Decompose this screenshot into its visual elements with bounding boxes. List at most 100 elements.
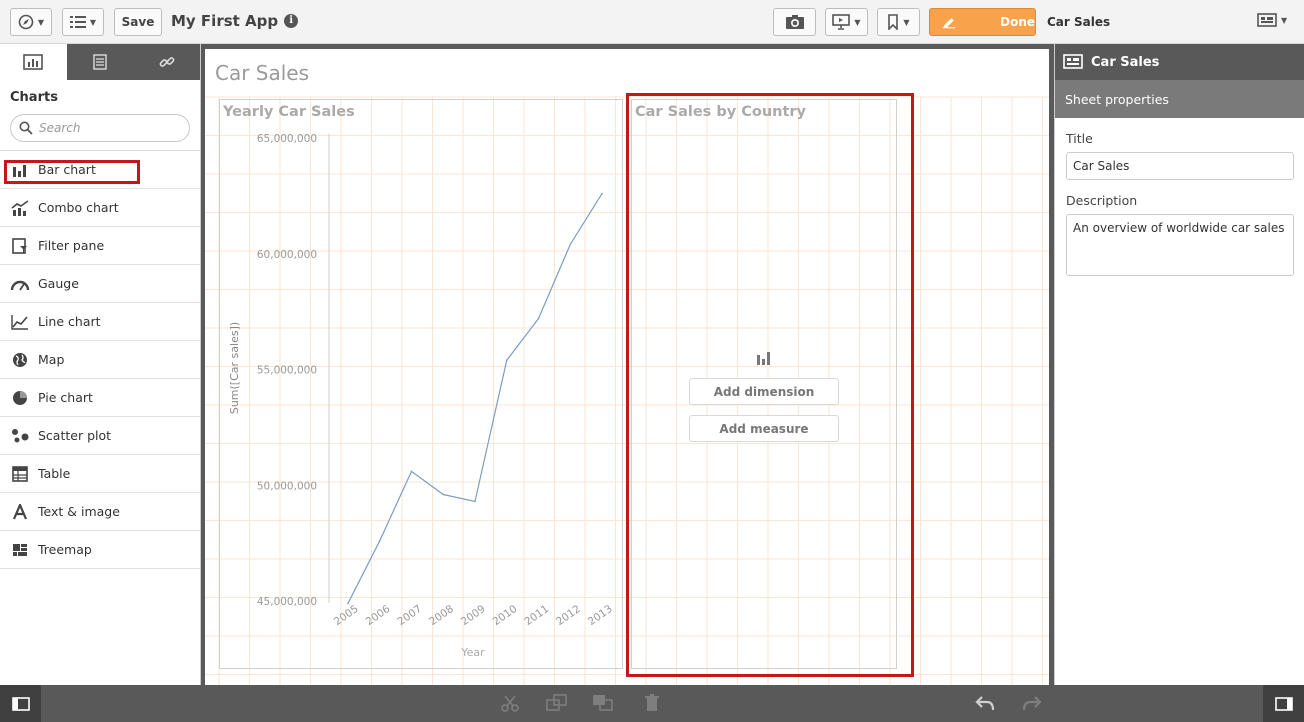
panel-toggle-icon <box>1274 696 1293 711</box>
line-chart-panel[interactable]: Yearly Car Sales 45,000,000 50,000,000 55,… <box>219 99 623 669</box>
info-icon[interactable]: i <box>284 14 299 28</box>
presentation-button[interactable]: ▼ <box>825 8 868 36</box>
gauge-icon <box>10 275 30 293</box>
snapshot-button[interactable] <box>773 8 816 36</box>
bottom-toolbar <box>0 685 1304 722</box>
toggle-properties-button[interactable] <box>1263 685 1304 722</box>
charts-heading: Charts <box>10 90 58 105</box>
search-icon <box>19 121 33 135</box>
chevron-down-icon: ▼ <box>89 17 97 27</box>
title-input[interactable]: Car Sales <box>1066 152 1294 180</box>
copy-icon[interactable] <box>546 694 568 712</box>
sheet-icon <box>1063 54 1083 69</box>
top-toolbar: ▼ ▼ Save My First App i ▼ ▼ Done Car Sal… <box>0 0 1304 44</box>
save-button[interactable]: Save <box>114 8 162 36</box>
x-tick-label: 2010 <box>491 603 520 628</box>
redo-icon[interactable] <box>1022 694 1042 712</box>
sheets-icon <box>1257 13 1277 27</box>
chart-item-combo[interactable]: Combo chart <box>0 189 200 227</box>
paste-icon[interactable] <box>592 694 614 712</box>
scatter-plot-icon <box>10 427 30 445</box>
link-icon <box>159 57 175 67</box>
undo-icon[interactable] <box>975 694 995 712</box>
tab-charts[interactable] <box>0 44 67 80</box>
chevron-down-icon: ▼ <box>854 17 861 27</box>
map-icon <box>10 351 30 369</box>
pencil-icon <box>942 18 956 29</box>
data-point <box>410 470 413 473</box>
text-image-icon <box>10 503 30 521</box>
new-chart-highlight <box>626 93 914 677</box>
x-tick-label: 2011 <box>522 603 551 628</box>
x-tick-label: 2005 <box>332 603 361 628</box>
assets-tabs <box>0 44 200 80</box>
series-line <box>347 193 603 604</box>
tab-fields[interactable] <box>67 44 134 80</box>
properties-title: Car Sales <box>1091 54 1160 70</box>
list-menu-button[interactable]: ▼ <box>62 8 104 36</box>
title-label: Title <box>1066 131 1093 146</box>
sheet-title: Car Sales <box>215 61 310 85</box>
data-point <box>442 493 445 496</box>
description-textarea[interactable]: An overview of worldwide car sales <box>1066 214 1294 276</box>
toggle-assets-button[interactable] <box>0 685 41 722</box>
data-point <box>347 602 349 605</box>
x-tick-label: 2008 <box>427 603 456 628</box>
data-point <box>474 500 476 503</box>
chart-item-label: Pie chart <box>38 390 93 405</box>
chart-item-label: Gauge <box>38 276 79 291</box>
chart-item-map[interactable]: Map <box>0 341 200 379</box>
chart-item-gauge[interactable]: Gauge <box>0 265 200 303</box>
chart-item-treemap[interactable]: Treemap <box>0 531 200 569</box>
treemap-icon <box>10 541 30 559</box>
chart-item-table[interactable]: Table <box>0 455 200 493</box>
navigation-menu-button[interactable]: ▼ <box>10 8 52 36</box>
chart-item-line[interactable]: Line chart <box>0 303 200 341</box>
data-point <box>569 243 572 246</box>
properties-panel: Car Sales Sheet properties Title Car Sal… <box>1054 44 1304 685</box>
x-tick-label: 2009 <box>459 603 488 628</box>
chevron-down-icon: ▼ <box>903 17 910 27</box>
chart-item-label: Table <box>38 466 71 481</box>
data-point <box>601 192 603 195</box>
chevron-down-icon: ▼ <box>1281 15 1288 25</box>
chart-item-label: Combo chart <box>38 200 119 215</box>
chart-item-pie[interactable]: Pie chart <box>0 379 200 417</box>
tab-master-items[interactable] <box>133 44 200 80</box>
line-chart: 45,000,000 50,000,000 55,000,000 60,000,000… <box>228 133 615 659</box>
y-tick-label: 55,000,000 <box>257 365 317 377</box>
chart-item-text-image[interactable]: Text & image <box>0 493 200 531</box>
panel-toggle-icon <box>11 696 30 711</box>
current-sheet-name[interactable]: Car Sales <box>1047 15 1110 29</box>
y-axis-label: Sum([Car sales]) <box>228 322 241 414</box>
compass-icon <box>18 14 34 30</box>
sheet-properties-section[interactable]: Sheet properties <box>1055 80 1304 118</box>
chart-item-label: Line chart <box>38 314 101 329</box>
filter-pane-icon <box>10 237 30 255</box>
chart-item-filter-pane[interactable]: Filter pane <box>0 227 200 265</box>
chart-list: Bar chart Combo chart Filter pane Gauge … <box>0 150 200 569</box>
chart-search-input[interactable]: Search <box>10 114 190 142</box>
bookmark-button[interactable]: ▼ <box>877 8 920 36</box>
done-button[interactable]: Done <box>929 8 1036 36</box>
assets-panel: Charts Search Bar chart Combo chart Filt… <box>0 44 201 685</box>
chevron-down-icon: ▼ <box>37 17 45 27</box>
sheets-menu-button[interactable]: ▼ <box>1257 12 1287 28</box>
app-title: My First App i <box>171 12 299 30</box>
x-tick-label: 2012 <box>554 603 583 628</box>
done-label: Done <box>1000 15 1035 29</box>
line-chart-icon <box>10 313 30 331</box>
x-tick-label: 2013 <box>586 603 615 628</box>
y-tick-label: 60,000,000 <box>257 249 317 261</box>
y-tick-label: 65,000,000 <box>257 133 317 145</box>
app-title-text: My First App <box>171 12 279 30</box>
list-icon <box>69 16 86 28</box>
x-axis-label: Year <box>460 646 485 659</box>
chart-item-scatter[interactable]: Scatter plot <box>0 417 200 455</box>
combo-chart-icon <box>10 199 30 217</box>
y-tick-label: 45,000,000 <box>257 596 317 608</box>
cut-icon[interactable] <box>501 694 519 712</box>
delete-icon[interactable] <box>644 694 660 712</box>
table-icon <box>10 465 30 483</box>
chart-item-label: Map <box>38 352 65 367</box>
